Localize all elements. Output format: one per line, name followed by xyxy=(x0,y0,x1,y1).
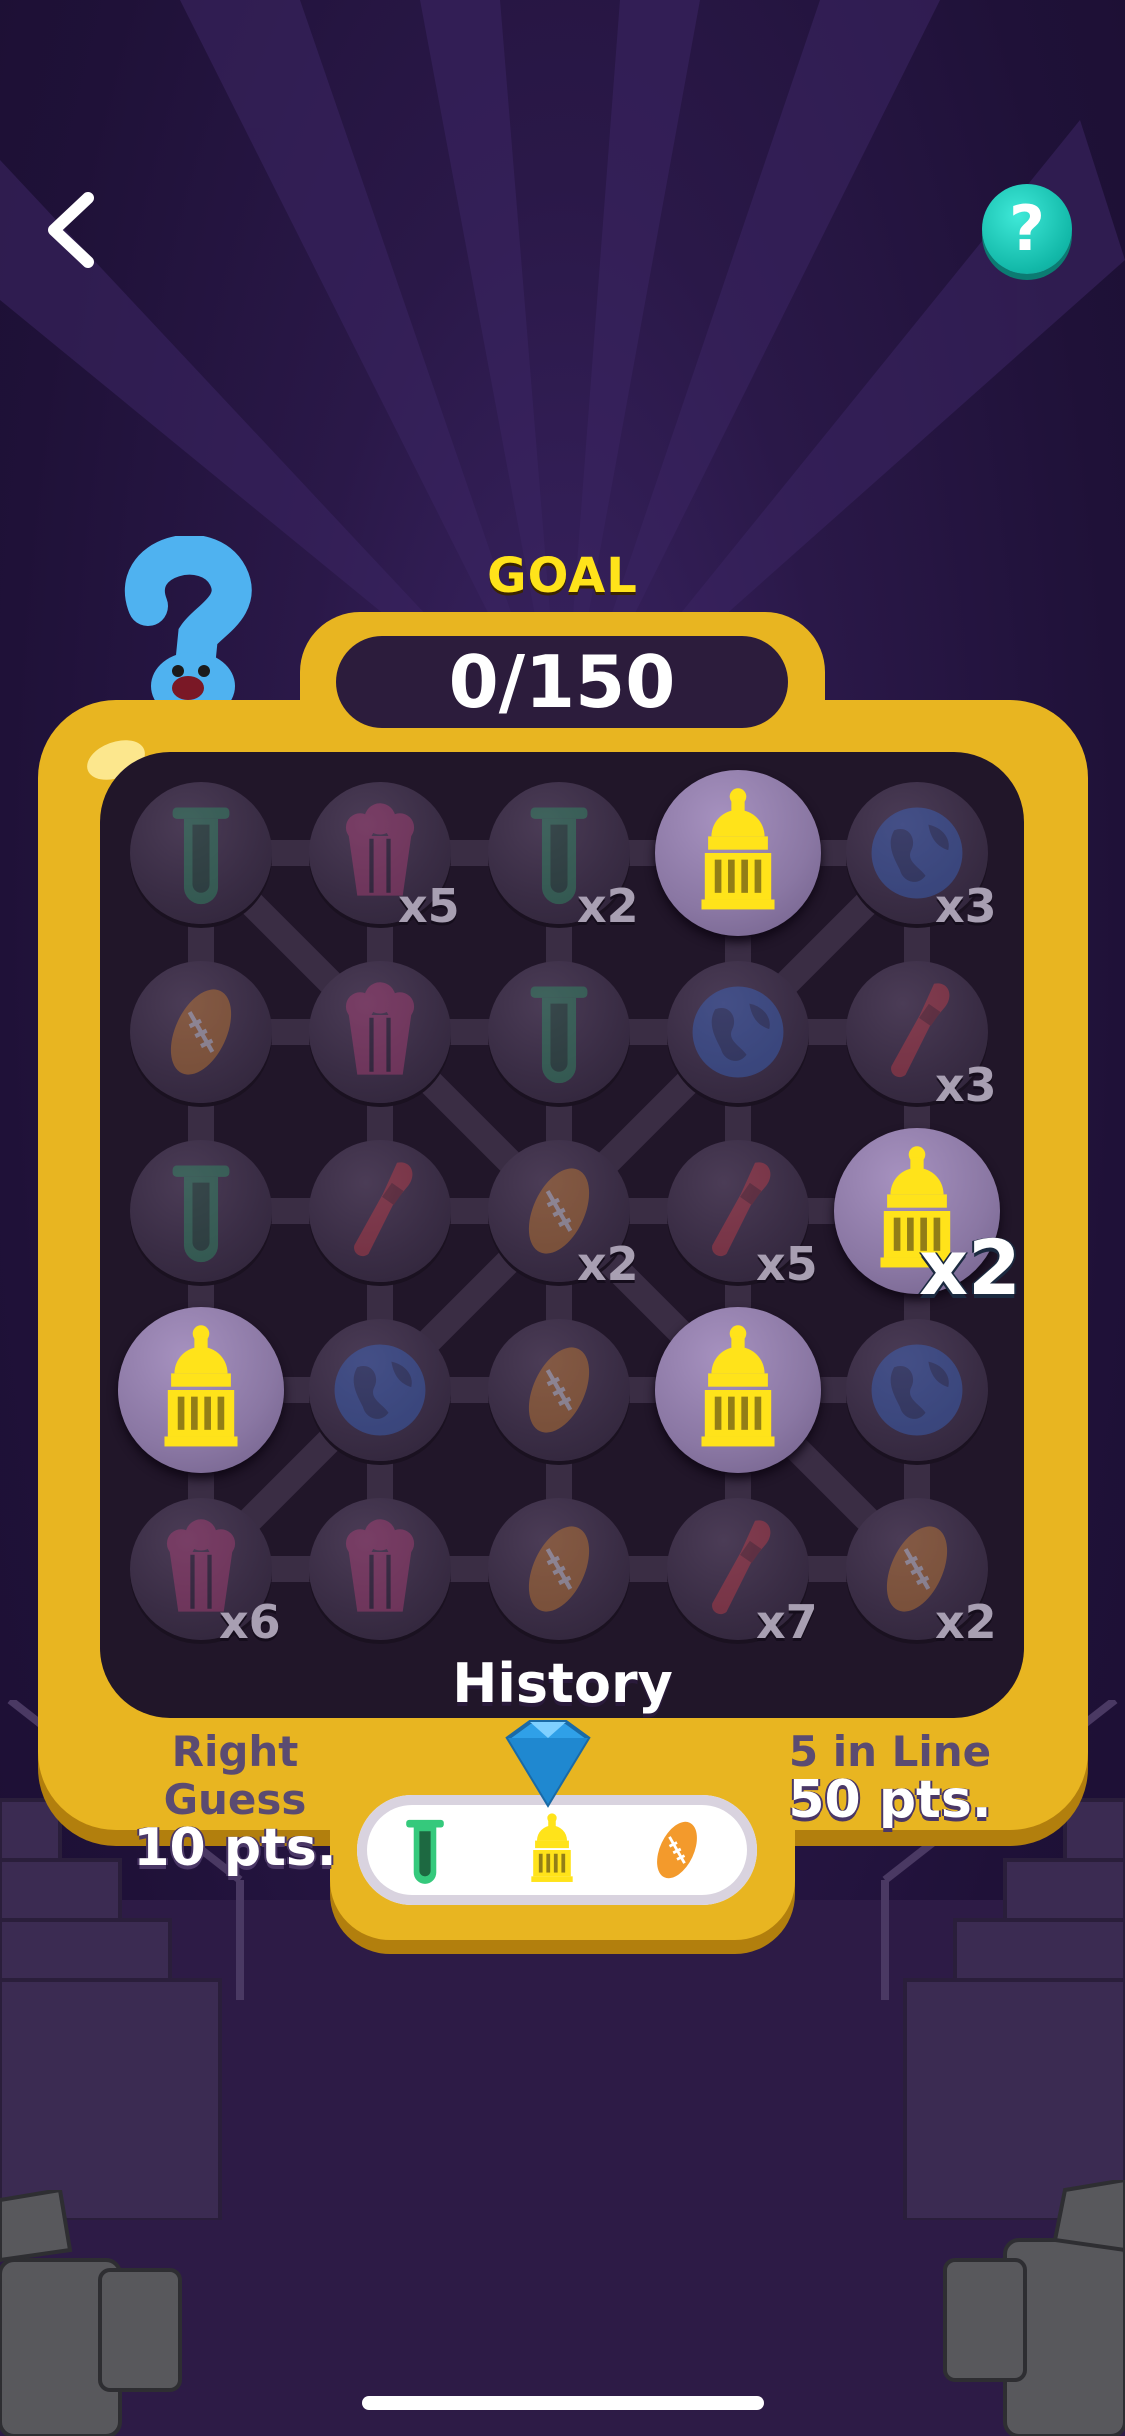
board-cell-r2-c2[interactable] xyxy=(309,961,451,1103)
history-item-test-tube-icon xyxy=(378,1803,472,1897)
capitol-icon xyxy=(655,1307,821,1473)
football-icon xyxy=(130,961,272,1103)
board-cell-r4-c3[interactable] xyxy=(488,1319,630,1461)
capitol-icon xyxy=(118,1307,284,1473)
blue-gem-icon xyxy=(505,1720,591,1808)
five-in-line-title: 5 in Line xyxy=(788,1727,992,1776)
board-cell-r2-c1[interactable] xyxy=(130,961,272,1103)
right-guess-title: Right Guess xyxy=(163,1727,307,1824)
cell-multiplier: x5 xyxy=(756,1237,818,1291)
home-indicator xyxy=(362,2396,764,2410)
board-cell-r3-c1[interactable] xyxy=(130,1140,272,1282)
board-cell-r2-c4[interactable] xyxy=(667,961,809,1103)
cell-multiplier: x2 xyxy=(935,1595,997,1649)
board-cell-r4-c4[interactable] xyxy=(655,1307,821,1473)
popcorn-icon xyxy=(309,961,451,1103)
cell-multiplier: x2 xyxy=(919,1223,1021,1312)
back-button[interactable] xyxy=(36,190,106,270)
right-guess-info: Right Guess 10 pts. xyxy=(110,1727,360,1878)
capitol-icon xyxy=(655,770,821,936)
test-tube-icon xyxy=(488,961,630,1103)
five-in-line-info: 5 in Line 50 pts. xyxy=(765,1727,1015,1830)
football-icon xyxy=(488,1498,630,1640)
cell-multiplier: x6 xyxy=(219,1595,281,1649)
right-guess-points: 10 pts. xyxy=(133,1818,337,1878)
cell-multiplier: x3 xyxy=(935,1058,997,1112)
globe-icon xyxy=(309,1319,451,1461)
board-cell-r1-c4[interactable] xyxy=(655,770,821,936)
history-item-football-icon xyxy=(630,1803,724,1897)
board-cell-r4-c1[interactable] xyxy=(118,1307,284,1473)
history-label: History xyxy=(452,1652,673,1715)
goal-label: GOAL xyxy=(487,548,638,604)
test-tube-icon xyxy=(130,1140,272,1282)
cell-multiplier: x7 xyxy=(756,1595,818,1649)
paintbrush-icon xyxy=(309,1140,451,1282)
football-icon xyxy=(488,1319,630,1461)
board-cell-r4-c5[interactable] xyxy=(846,1319,988,1461)
popcorn-icon xyxy=(309,1498,451,1640)
five-in-line-points: 50 pts. xyxy=(788,1770,992,1830)
test-tube-icon xyxy=(130,782,272,924)
spotlight-right-icon xyxy=(943,2180,1125,2436)
cell-multiplier: x3 xyxy=(935,879,997,933)
board-cell-r1-c1[interactable] xyxy=(130,782,272,924)
cell-multiplier: x2 xyxy=(577,1237,639,1291)
cell-multiplier: x5 xyxy=(398,879,460,933)
goal-score: 0/150 xyxy=(336,636,788,728)
board-cell-r5-c2[interactable] xyxy=(309,1498,451,1640)
globe-icon xyxy=(846,1319,988,1461)
cell-multiplier: x2 xyxy=(577,879,639,933)
board-cell-r4-c2[interactable] xyxy=(309,1319,451,1461)
history-item-capitol-icon xyxy=(505,1803,599,1897)
question-mark-icon: ? xyxy=(1009,192,1045,265)
board-cell-r3-c2[interactable] xyxy=(309,1140,451,1282)
board-cell-r5-c3[interactable] xyxy=(488,1498,630,1640)
help-button[interactable]: ? xyxy=(982,184,1072,274)
board-cell-r2-c3[interactable] xyxy=(488,961,630,1103)
spotlight-left-icon xyxy=(0,2190,182,2436)
globe-icon xyxy=(667,961,809,1103)
